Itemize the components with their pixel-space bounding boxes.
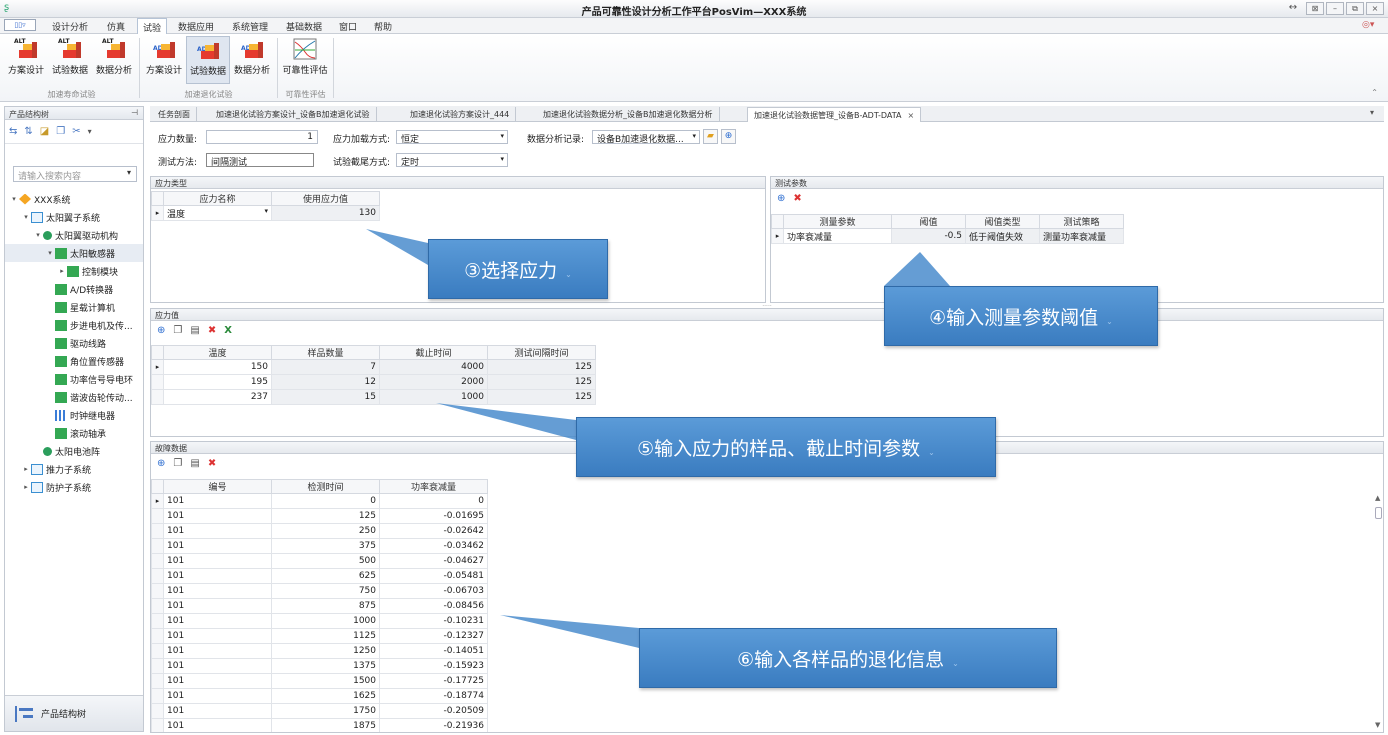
callout-threshold: ④输入测量参数阈值 ⌄	[884, 286, 1158, 346]
callout-pointers	[366, 229, 950, 648]
callout-sample-params: ⑤输入应力的样品、截止时间参数 ⌄	[576, 417, 996, 477]
callout-degradation-info: ⑥输入各样品的退化信息 ⌄	[639, 628, 1057, 688]
callout-select-stress: ③选择应力 ⌄	[428, 239, 608, 299]
